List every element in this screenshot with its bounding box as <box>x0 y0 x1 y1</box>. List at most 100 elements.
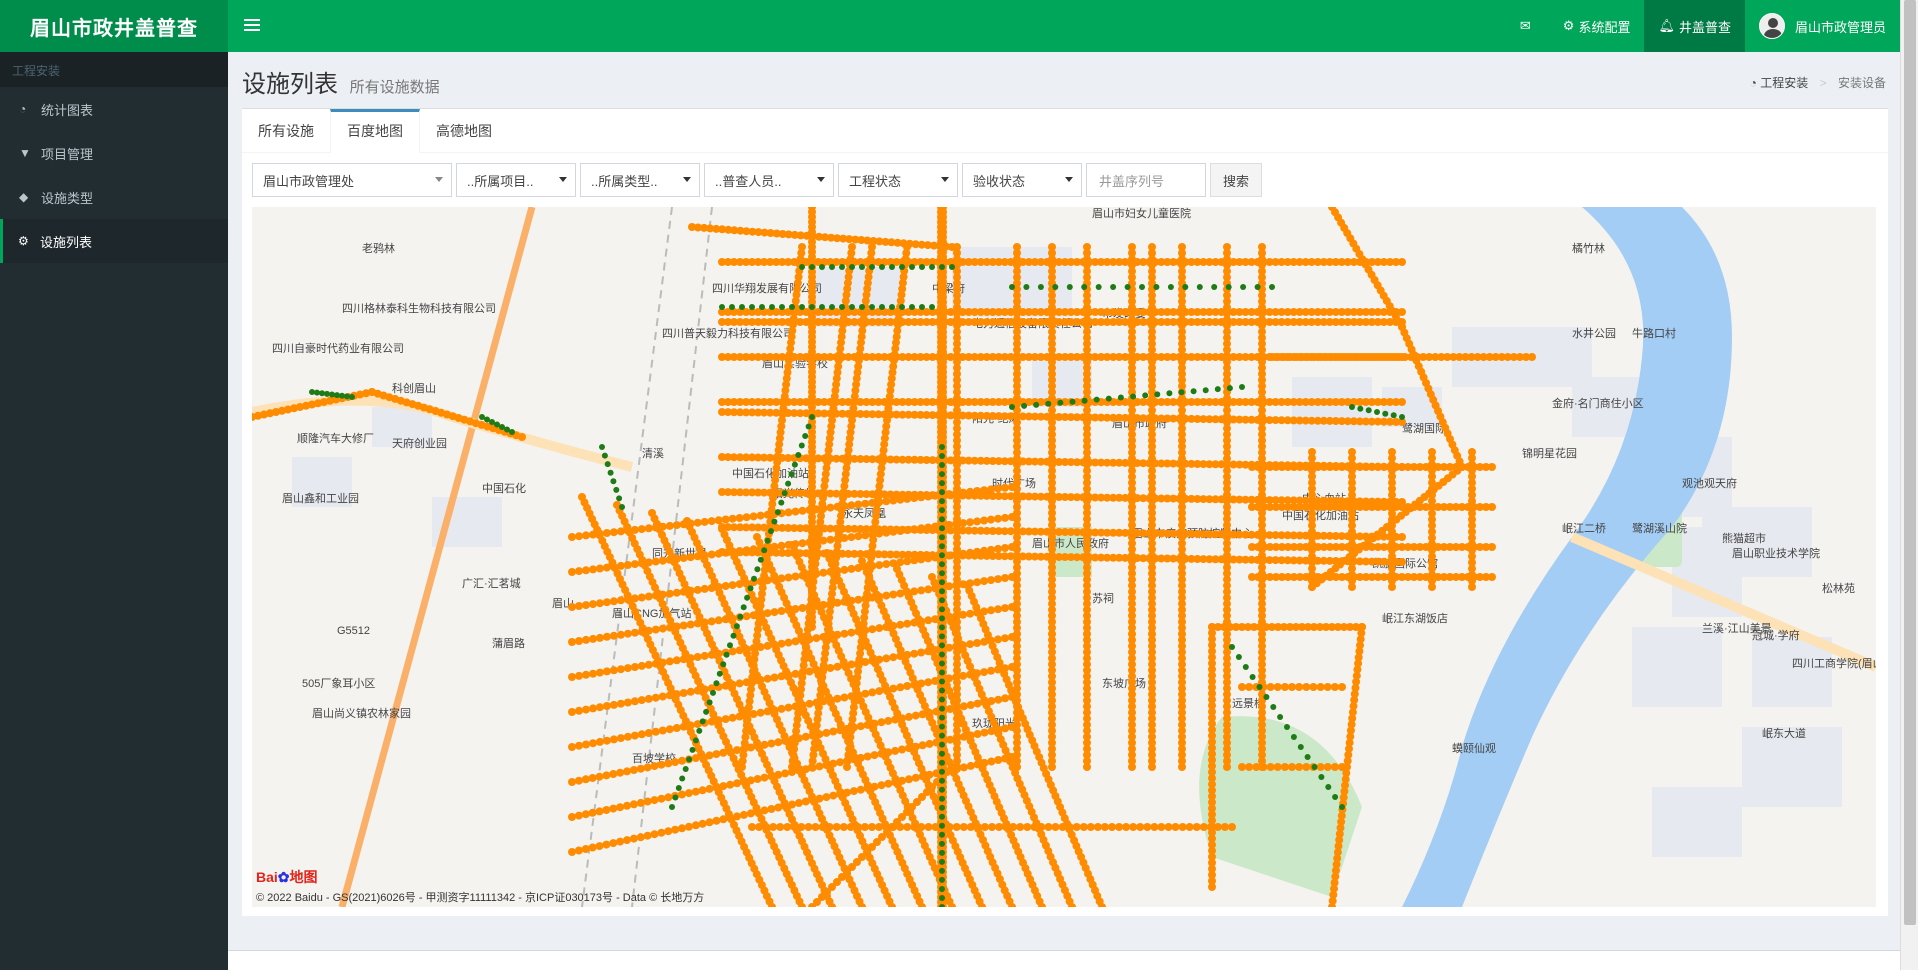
manhole-point <box>808 623 816 631</box>
sidebar-item-stats[interactable]: ◔ 统计图表 <box>0 87 228 131</box>
app-logo[interactable]: 眉山市政井盖普查 <box>0 0 228 52</box>
manhole-point <box>643 797 652 806</box>
manhole-point <box>767 772 776 781</box>
user-menu[interactable]: 眉山市政管理员 <box>1745 0 1900 52</box>
manhole-point <box>939 534 945 541</box>
manhole-point <box>644 592 653 601</box>
manhole-point <box>826 631 835 640</box>
manhole-point <box>658 726 667 735</box>
manhole-point <box>903 588 912 597</box>
manhole-point <box>1245 683 1254 691</box>
manhole-point <box>918 772 927 781</box>
sidebar-item-facilities[interactable]: ⚙ 设施列表 <box>0 219 228 263</box>
manhole-point <box>651 591 660 600</box>
manhole-point <box>931 491 940 500</box>
manhole-point <box>939 840 945 847</box>
manhole-point <box>707 517 716 526</box>
project-select[interactable]: ..所属项目.. <box>456 163 576 197</box>
manhole-point <box>802 433 809 439</box>
manhole-point <box>691 754 700 763</box>
manhole-point <box>939 768 945 775</box>
manhole-point <box>749 304 755 310</box>
manhole-point <box>719 815 728 824</box>
messages-button[interactable]: ✉ <box>1506 0 1549 52</box>
manhole-point <box>798 506 807 515</box>
manhole-point <box>1008 483 1016 491</box>
manhole-point <box>868 562 877 570</box>
manhole-point <box>1148 763 1156 771</box>
manhole-point <box>910 649 919 658</box>
manhole-point <box>609 735 618 744</box>
manhole-point <box>733 623 740 630</box>
manhole-point <box>869 264 875 270</box>
manhole-point <box>939 886 945 892</box>
manhole-point <box>856 722 865 731</box>
manhole-point <box>987 576 995 585</box>
manhole-point <box>602 840 611 849</box>
manhole-point <box>726 747 735 756</box>
manhole-point <box>749 677 758 685</box>
manhole-point <box>939 660 945 667</box>
manhole-point <box>833 598 842 607</box>
manhole-point <box>693 518 702 527</box>
manhole-point <box>629 766 638 774</box>
manhole-point <box>891 746 900 755</box>
tab-baidu-map[interactable]: 百度地图 <box>330 109 420 153</box>
system-config-button[interactable]: ⚙ 系统配置 <box>1549 0 1645 52</box>
manhole-point <box>939 471 945 478</box>
manhole-point <box>945 674 954 683</box>
manhole-point <box>994 695 1003 704</box>
sidebar-item-projects[interactable]: ▼ 项目管理 <box>0 131 228 175</box>
map-label: 岷东大道 <box>1762 726 1806 740</box>
manhole-point <box>952 642 961 651</box>
manhole-point <box>801 732 810 741</box>
manhole-point <box>939 876 945 883</box>
manhole-point <box>733 779 741 788</box>
manhole-point <box>1245 763 1254 771</box>
manhole-point <box>589 669 597 678</box>
baidu-map[interactable]: 老鸦林 四川格林泰科生物科技有限公司 四川自豪时代药业有限公司 科创眉山 顺隆汽车大修厂… <box>252 207 1876 907</box>
manhole-point <box>716 670 723 677</box>
manhole-point <box>1330 763 1339 771</box>
manhole-point <box>749 710 758 718</box>
engineering-status-select[interactable]: 工程状态 <box>838 163 958 197</box>
manhole-point <box>749 545 758 554</box>
manhole-point <box>1086 823 1095 831</box>
manhole-point <box>1330 683 1339 691</box>
sidebar-toggle-icon[interactable] <box>242 16 262 36</box>
manhole-point <box>863 784 872 793</box>
breadcrumb-home[interactable]: 工程安装 <box>1760 76 1808 90</box>
manhole-point <box>939 633 945 640</box>
manhole-point <box>877 781 886 790</box>
manhole-point <box>917 679 926 688</box>
manhole-point <box>910 618 919 627</box>
dashboard-icon: ◔ <box>1749 76 1757 90</box>
manhole-point <box>904 712 913 721</box>
manhole-point <box>623 526 632 535</box>
type-select[interactable]: ..所属类型.. <box>580 163 700 197</box>
inspector-select[interactable]: ..普查人员.. <box>704 163 834 197</box>
manhole-point <box>644 626 653 635</box>
acceptance-status-select[interactable]: 验收状态 <box>962 163 1082 197</box>
manhole-point <box>826 664 835 672</box>
manhole-point <box>903 526 912 535</box>
manhole-point <box>847 564 856 573</box>
manhole-point <box>568 533 576 541</box>
serial-number-input[interactable]: 井盖序列号 <box>1086 163 1206 197</box>
manhole-survey-button[interactable]: 🔔︎ 井盖普查 <box>1644 0 1745 52</box>
tab-all-facilities[interactable]: 所有设施 <box>242 109 330 153</box>
manhole-point <box>682 766 689 772</box>
map-label: 冠城·学府 <box>1752 628 1800 642</box>
search-button[interactable]: 搜索 <box>1210 163 1263 197</box>
manhole-point <box>698 752 707 761</box>
manhole-point <box>877 749 886 758</box>
manhole-point <box>1309 683 1318 691</box>
tab-amap[interactable]: 高德地图 <box>420 109 508 153</box>
sidebar-item-types[interactable]: ◆ 设施类型 <box>0 175 228 219</box>
dept-select[interactable]: 眉山市政管理处 <box>252 163 452 197</box>
manhole-point <box>863 752 872 761</box>
manhole-point <box>728 680 737 689</box>
manhole-point <box>623 801 631 810</box>
manhole-point <box>805 602 814 611</box>
map-canvas[interactable]: 老鸦林四川格林泰科生物科技有限公司四川自豪时代药业有限公司科创眉山顺隆汽车大修厂… <box>252 207 1876 907</box>
